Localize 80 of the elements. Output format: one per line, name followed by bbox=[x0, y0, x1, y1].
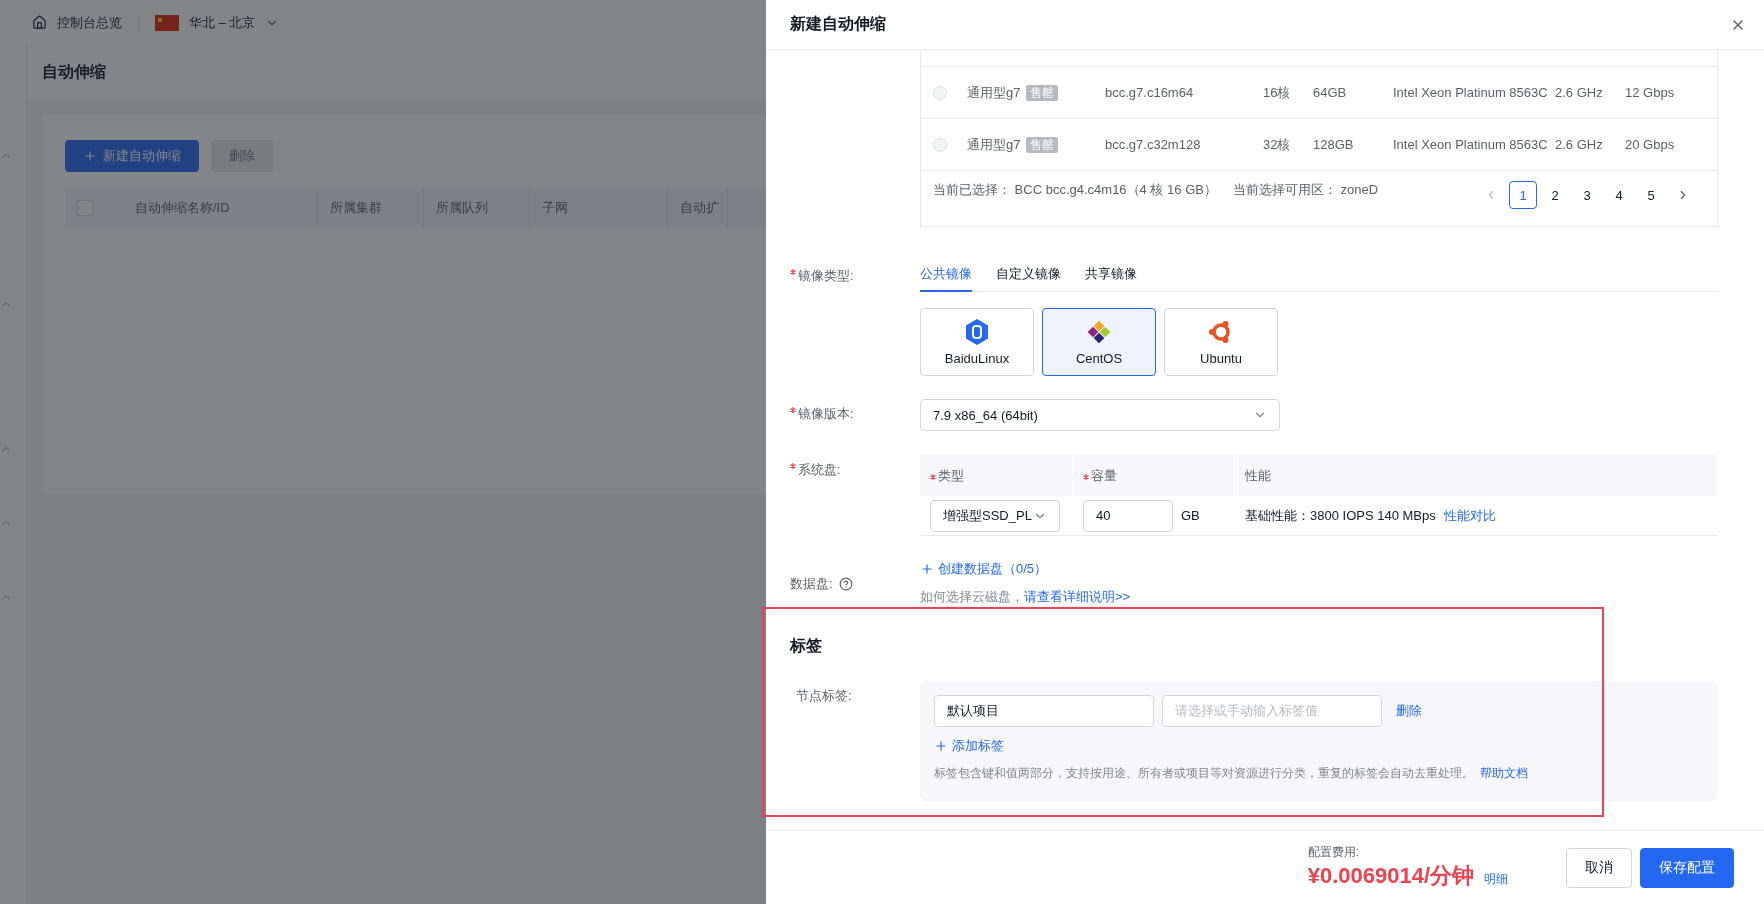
column-header: 自动扩 bbox=[668, 188, 728, 228]
radio-button[interactable] bbox=[933, 137, 947, 152]
version-select[interactable]: 7.9 x86_64 (64bit) bbox=[920, 399, 1280, 431]
table-cell-text: Intel Xeon Platinum 8563C bbox=[1393, 85, 1549, 100]
drawer-title: 新建自动伸缩 bbox=[790, 14, 886, 34]
table-cell-text: Intel Xeon Platinum 8563C bbox=[1393, 137, 1549, 152]
table-cell-text: 32核 bbox=[1263, 135, 1292, 154]
plus-icon bbox=[920, 562, 934, 576]
unit-text: GB bbox=[1181, 508, 1200, 523]
home-icon bbox=[32, 15, 47, 30]
create-disk-link[interactable]: 创建数据盘（0/5） bbox=[920, 560, 1718, 578]
help-icon[interactable] bbox=[838, 577, 853, 591]
cost-label: 配置费用: bbox=[1307, 844, 1360, 861]
column-header: 类型 bbox=[938, 466, 964, 485]
column-header: 所属队列 bbox=[424, 188, 530, 228]
section-heading: 标签 bbox=[790, 636, 822, 656]
image-option-card[interactable]: Ubuntu bbox=[1164, 308, 1278, 376]
field-label: 数据盘: bbox=[790, 575, 833, 593]
tag-key-field[interactable]: 默认项目 bbox=[934, 695, 1154, 727]
image-name: BaiduLinux bbox=[944, 350, 1010, 366]
cancel-button[interactable]: 取消 bbox=[1566, 847, 1632, 888]
create-button[interactable]: 新建自动伸缩 bbox=[65, 140, 199, 172]
hint-text: 如何选择云磁盘， bbox=[920, 588, 1024, 606]
field-label: 节点标签: bbox=[796, 687, 852, 705]
plus-icon bbox=[83, 149, 97, 163]
centos-logo-icon bbox=[1086, 318, 1112, 345]
image-tab[interactable]: 共享镜像 bbox=[1085, 261, 1137, 292]
add-tag-link[interactable]: 添加标签 bbox=[934, 737, 1704, 755]
page-button[interactable]: 4 bbox=[1605, 181, 1633, 209]
image-name: Ubuntu bbox=[1200, 350, 1242, 366]
page-title: 自动伸缩 bbox=[42, 62, 106, 82]
selection-text: 当前已选择： BCC bcc.g4.c4m16（4 核 16 GB） bbox=[933, 181, 1217, 199]
table-cell-text: 64GB bbox=[1313, 85, 1348, 100]
table-cell-text: 16核 bbox=[1263, 83, 1292, 102]
disk-type-select[interactable]: 增强型SSD_PL bbox=[930, 499, 1060, 532]
image-tab[interactable]: 自定义镜像 bbox=[996, 261, 1061, 292]
page-button[interactable]: 3 bbox=[1573, 181, 1601, 209]
delete-link[interactable]: 删除 bbox=[1396, 702, 1422, 720]
page-button[interactable]: 5 bbox=[1637, 181, 1665, 209]
zone-text: 当前选择可用区： zoneD bbox=[1232, 181, 1379, 199]
table-cell-text: 2.6 GHz bbox=[1555, 137, 1604, 152]
table-cell-text: 20 Gbps bbox=[1625, 137, 1676, 152]
field-label: 镜像类型: bbox=[798, 267, 854, 285]
flag-icon bbox=[155, 14, 179, 31]
details-link[interactable]: 请查看详细说明>> bbox=[1024, 588, 1131, 606]
column-header: 子网 bbox=[530, 188, 668, 228]
instance-family: 通用型g7 售罄 bbox=[967, 83, 1105, 102]
page-button[interactable]: 1 bbox=[1509, 181, 1537, 209]
image-option-card[interactable]: CentOS bbox=[1042, 308, 1156, 376]
table-cell-text: 128GB bbox=[1313, 137, 1355, 152]
help-doc-link[interactable]: 帮助文档 bbox=[1480, 765, 1528, 782]
table-cell-text: 2.6 GHz bbox=[1555, 85, 1604, 100]
instance-family: 通用型g7 售罄 bbox=[967, 135, 1105, 154]
sold-out-badge: 售罄 bbox=[1026, 136, 1059, 153]
column-header: 性能 bbox=[1245, 466, 1271, 485]
hexagon-logo-icon bbox=[965, 318, 989, 345]
page-button[interactable]: 2 bbox=[1541, 181, 1569, 209]
field-label: 系统盘: bbox=[798, 461, 841, 479]
region-selector[interactable]: 华北 – 北京 bbox=[189, 13, 256, 32]
field-label: 镜像版本: bbox=[798, 405, 854, 423]
sold-out-badge: 售罄 bbox=[1026, 84, 1059, 101]
image-name: CentOS bbox=[1075, 350, 1123, 366]
column-header: 自动伸缩名称/ID bbox=[123, 188, 318, 228]
table-cell-text: 12 Gbps bbox=[1625, 85, 1676, 100]
tag-hint-text: 标签包含键和值两部分，支持按用途、所有者或项目等对资源进行分类，重复的标签会自动去重处理。 bbox=[934, 765, 1474, 782]
compare-link[interactable]: 性能对比 bbox=[1443, 506, 1496, 525]
save-button[interactable]: 保存配置 bbox=[1640, 847, 1734, 888]
radio-button[interactable] bbox=[933, 85, 947, 100]
table-cell-text: bcc.g7.c16m64 bbox=[1105, 85, 1195, 100]
detail-link[interactable]: 明细 bbox=[1484, 871, 1508, 888]
price-text: ¥0.0069014/分钟 bbox=[1307, 862, 1474, 890]
table-cell-text: bcc.g7.c32m128 bbox=[1105, 137, 1202, 152]
column-header: 所属集群 bbox=[318, 188, 424, 228]
column-header: 容量 bbox=[1091, 466, 1117, 485]
capacity-field[interactable]: 40 bbox=[1083, 499, 1173, 532]
plus-icon bbox=[934, 739, 948, 753]
image-tab[interactable]: 公共镜像 bbox=[920, 261, 972, 292]
performance-text: 基础性能：3800 IOPS 140 MBps bbox=[1245, 506, 1436, 525]
image-option-card[interactable]: BaiduLinux bbox=[920, 308, 1034, 376]
console-overview-link[interactable]: 控制台总览 bbox=[57, 13, 122, 32]
